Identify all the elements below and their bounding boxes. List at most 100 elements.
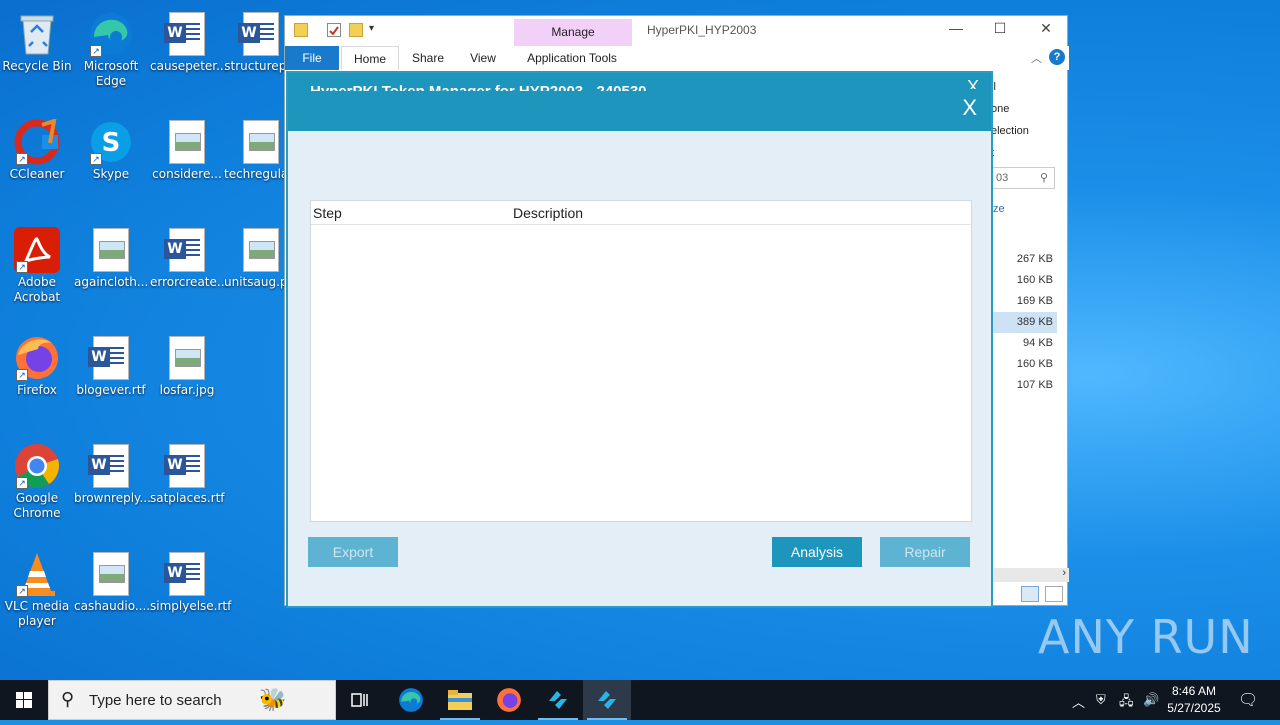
dialog-title: HyperPKI Token Manager for HYP2003 - 240… bbox=[310, 81, 647, 91]
desktop-icon-satplaces[interactable]: W satplaces.rtf bbox=[150, 437, 225, 506]
shortcut-arrow-icon: ↗ bbox=[90, 153, 102, 165]
ribbon-invert-selection-partial[interactable]: election bbox=[991, 120, 1029, 142]
ribbon-select-group: ll one election t bbox=[991, 76, 1029, 164]
system-clock[interactable]: 8:46 AM 5/27/2025 bbox=[1162, 683, 1226, 717]
taskbar: ⚲ Type here to search 🐝 ︿ ⛨ 🖧 🔊 8:46 AM … bbox=[0, 680, 1280, 720]
image-file-icon bbox=[88, 551, 134, 597]
file-size-cell[interactable]: 107 KB bbox=[993, 375, 1057, 396]
chrome-icon: ↗ bbox=[14, 443, 60, 489]
shortcut-arrow-icon: ↗ bbox=[16, 153, 28, 165]
desktop-icon-errorcreate[interactable]: W errorcreate... bbox=[150, 221, 228, 290]
close-button[interactable]: X bbox=[962, 95, 977, 121]
tab-share[interactable]: Share bbox=[403, 46, 453, 70]
taskbar-hyperpki-token-manager[interactable] bbox=[583, 680, 631, 720]
file-size-cell[interactable]: 267 KB bbox=[993, 249, 1057, 270]
tab-manage[interactable]: Manage bbox=[514, 19, 632, 46]
file-size-cell[interactable]: 169 KB bbox=[993, 291, 1057, 312]
close-icon[interactable]: ✕ bbox=[1031, 20, 1061, 40]
size-column-header[interactable]: ze bbox=[993, 203, 1005, 215]
desktop-icon-skype[interactable]: S ↗ Skype bbox=[74, 113, 148, 182]
search-partial-text: 03 bbox=[996, 172, 1009, 184]
file-size-cell[interactable]: 160 KB bbox=[993, 354, 1057, 375]
windows-logo-icon bbox=[16, 692, 32, 708]
desktop-icon-considere[interactable]: considere... bbox=[150, 113, 224, 182]
help-icon[interactable]: ? bbox=[1049, 49, 1065, 65]
column-header-description[interactable]: Description bbox=[513, 205, 583, 221]
tab-application-tools[interactable]: Application Tools bbox=[515, 46, 629, 70]
chevron-up-icon[interactable]: ︿ bbox=[1031, 50, 1042, 66]
taskbar-firefox[interactable] bbox=[485, 680, 533, 720]
file-size-cell[interactable]: 94 KB bbox=[993, 333, 1057, 354]
dialog-header[interactable]: HyperPKI Token Manager for HYP2003 - 240… bbox=[288, 73, 991, 131]
desktop-icon-losfar[interactable]: losfar.jpg bbox=[150, 329, 224, 398]
file-size-cell[interactable]: 160 KB bbox=[993, 270, 1057, 291]
desktop-icon-google-chrome[interactable]: ↗ Google Chrome bbox=[0, 437, 74, 521]
word-document-icon: W bbox=[164, 227, 210, 273]
desktop-icon-edge[interactable]: ↗ Microsoft Edge bbox=[74, 5, 148, 89]
edge-icon: ↗ bbox=[88, 11, 134, 57]
shortcut-arrow-icon: ↗ bbox=[16, 477, 28, 489]
shortcut-arrow-icon: ↗ bbox=[16, 585, 28, 597]
desktop-icon-cashaudio[interactable]: cashaudio.... bbox=[74, 545, 150, 614]
start-button[interactable] bbox=[0, 680, 48, 720]
steps-table[interactable]: Step Description bbox=[310, 200, 972, 522]
maximize-icon[interactable]: ☐ bbox=[985, 20, 1015, 40]
task-view-button[interactable] bbox=[336, 680, 384, 720]
desktop-icon-adobe-acrobat[interactable]: ↗ Adobe Acrobat bbox=[0, 221, 74, 305]
desktop-icon-againcloth[interactable]: againcloth... bbox=[74, 221, 148, 290]
export-button[interactable]: Export bbox=[308, 537, 398, 567]
large-icons-view-icon[interactable] bbox=[1045, 586, 1064, 602]
desktop-icon-label: simplyelse.rtf bbox=[150, 599, 232, 613]
notifications-icon[interactable]: 🗨 bbox=[1238, 690, 1258, 710]
show-hidden-icons-chevron[interactable]: ︿ bbox=[1072, 692, 1085, 711]
network-icon[interactable]: 🖧 bbox=[1119, 692, 1134, 714]
desktop-icon-label: losfar.jpg bbox=[159, 383, 215, 397]
minimize-icon[interactable]: — bbox=[941, 20, 971, 40]
desktop-icon-label: brownreply... bbox=[74, 491, 151, 505]
ribbon-select-all-partial[interactable]: ll bbox=[991, 76, 1029, 98]
desktop-icon-label: Skype bbox=[92, 167, 130, 181]
hyperpki-token-manager-dialog[interactable]: HyperPKI Token Manager for HYP2003 - 240… bbox=[286, 71, 993, 608]
scroll-right-icon[interactable]: › bbox=[1062, 567, 1066, 579]
tab-view[interactable]: View bbox=[457, 46, 509, 70]
column-header-step[interactable]: Step bbox=[313, 205, 342, 221]
tab-file[interactable]: File bbox=[285, 46, 339, 70]
shortcut-arrow-icon: ↗ bbox=[90, 45, 102, 57]
search-highlight-bees-icon[interactable]: 🐝 bbox=[259, 687, 286, 713]
desktop-icon-simplyelse[interactable]: W simplyelse.rtf bbox=[150, 545, 232, 614]
details-view-icon[interactable] bbox=[1021, 586, 1039, 602]
horizontal-scrollbar[interactable]: › bbox=[993, 567, 1069, 582]
new-folder-icon[interactable] bbox=[349, 23, 363, 37]
desktop-icon-brownreply[interactable]: W brownreply... bbox=[74, 437, 151, 506]
repair-button[interactable]: Repair bbox=[880, 537, 970, 567]
file-size-cell-selected[interactable]: 389 KB bbox=[993, 312, 1057, 333]
desktop-icon-blogever[interactable]: W blogever.rtf bbox=[74, 329, 148, 398]
hyperpki-app-icon bbox=[549, 691, 567, 709]
quick-access-dropdown-icon[interactable]: ▾ bbox=[369, 23, 383, 37]
taskbar-hyperpki-app[interactable] bbox=[534, 680, 582, 720]
desktop-icon-ccleaner[interactable]: ↗ CCleaner bbox=[0, 113, 74, 182]
volume-icon[interactable]: 🔊 bbox=[1143, 692, 1159, 708]
taskbar-file-explorer[interactable] bbox=[436, 680, 484, 720]
properties-icon[interactable] bbox=[327, 23, 341, 37]
tab-home[interactable]: Home bbox=[341, 46, 399, 70]
taskbar-edge[interactable] bbox=[387, 680, 435, 720]
desktop-icon-label: Adobe Acrobat bbox=[13, 275, 61, 304]
desktop-icon-firefox[interactable]: ↗ Firefox bbox=[0, 329, 74, 398]
security-icon[interactable]: ⛨ bbox=[1096, 692, 1106, 708]
desktop-icon-recycle-bin[interactable]: Recycle Bin bbox=[0, 5, 74, 74]
desktop-icon-label: blogever.rtf bbox=[76, 383, 146, 397]
clock-date: 5/27/2025 bbox=[1167, 701, 1221, 715]
explorer-titlebar[interactable]: ▾ Manage HyperPKI_HYP2003 — ☐ ✕ bbox=[285, 16, 1067, 46]
search-box[interactable]: 03 ⚲ bbox=[991, 167, 1055, 189]
desktop-icon-vlc[interactable]: ↗ VLC media player bbox=[0, 545, 74, 629]
desktop-icon-label: Microsoft Edge bbox=[83, 59, 139, 88]
firefox-icon bbox=[497, 688, 521, 712]
ribbon-select-none-partial[interactable]: one bbox=[991, 98, 1029, 120]
folder-icon bbox=[294, 23, 308, 37]
analysis-button[interactable]: Analysis bbox=[772, 537, 862, 567]
word-document-icon: W bbox=[238, 11, 284, 57]
search-placeholder: Type here to search bbox=[89, 692, 222, 709]
taskbar-search-box[interactable]: ⚲ Type here to search 🐝 bbox=[48, 680, 336, 720]
desktop-icon-causepeter[interactable]: W causepeter... bbox=[150, 5, 228, 74]
